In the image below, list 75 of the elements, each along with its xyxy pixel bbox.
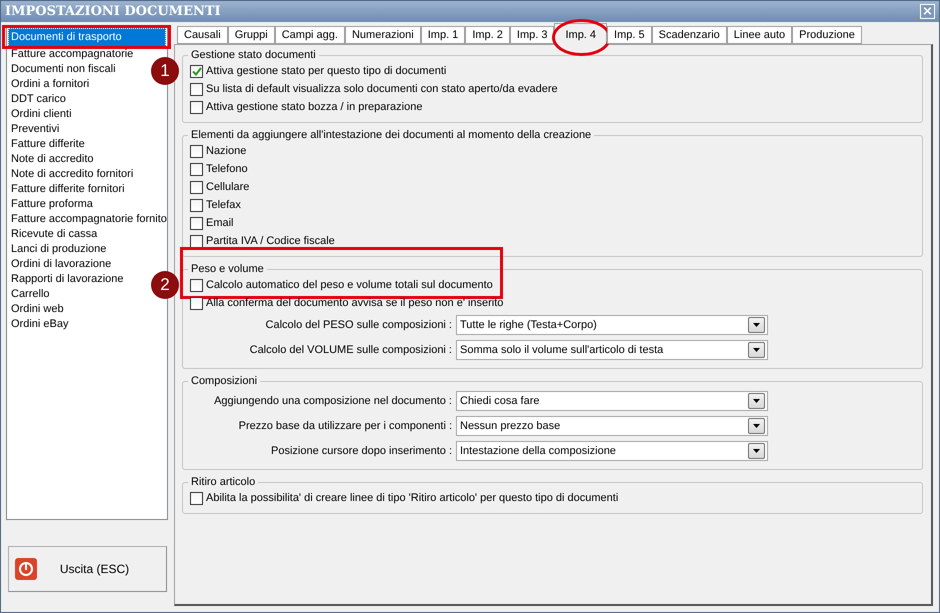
- list-item[interactable]: Fatture accompagnatorie: [8, 47, 136, 62]
- window-title: IMPOSTAZIONI DOCUMENTI: [5, 4, 221, 19]
- list-item[interactable]: Ordini a fornitori: [8, 77, 92, 92]
- checkbox[interactable]: [190, 64, 203, 78]
- list-item[interactable]: Fatture proforma: [8, 197, 96, 212]
- list-item[interactable]: Fatture differite: [8, 137, 88, 152]
- list-item[interactable]: Documenti non fiscali: [8, 62, 119, 77]
- tab[interactable]: Imp. 1: [420, 26, 466, 44]
- checkbox-label: Nazione: [206, 145, 246, 157]
- checkbox-label: Calcolo automatico del peso e volume totali sul documento: [206, 279, 493, 291]
- dropdown[interactable]: Chiedi cosa fare: [456, 390, 768, 410]
- step-badge: 2: [151, 271, 179, 299]
- checkbox[interactable]: [190, 82, 203, 96]
- list-item[interactable]: Ordini web: [8, 302, 67, 317]
- group-title: Ritiro articolo: [190, 476, 256, 488]
- checkbox[interactable]: [190, 296, 203, 310]
- dropdown[interactable]: Intestazione della composizione: [456, 440, 768, 460]
- list-item[interactable]: Lanci di produzione: [8, 242, 110, 257]
- list-item[interactable]: DDT carico: [8, 92, 69, 107]
- tab[interactable]: Imp. 4: [554, 23, 608, 45]
- checkbox[interactable]: [190, 492, 203, 504]
- list-item[interactable]: Fatture differite fornitori: [8, 182, 128, 197]
- tab[interactable]: Imp. 5: [607, 26, 652, 44]
- group-title: Gestione stato documenti: [190, 49, 317, 61]
- checkbox[interactable]: [190, 234, 203, 248]
- tab[interactable]: Scadenzario: [652, 26, 727, 44]
- checkbox[interactable]: [190, 144, 203, 158]
- field-label: Calcolo del VOLUME sulle composizioni :: [248, 344, 452, 356]
- tab[interactable]: Imp. 3: [510, 26, 554, 44]
- dropdown[interactable]: Nessun prezzo base: [456, 416, 768, 436]
- tab[interactable]: Imp. 2: [465, 26, 510, 44]
- checkbox[interactable]: [190, 216, 203, 230]
- checkbox-label: Telefax: [206, 199, 241, 211]
- checkbox-label: Alla conferma del documento avvisa se il peso non e' inserito: [206, 297, 504, 309]
- dropdown[interactable]: Somma solo il volume sull'articolo di testa: [456, 340, 768, 360]
- checkbox[interactable]: [190, 162, 203, 176]
- exit-button[interactable]: Uscita (ESC): [8, 546, 167, 592]
- checkbox[interactable]: [190, 180, 203, 194]
- checkbox-label: Attiva gestione stato bozza / in preparazione: [206, 101, 422, 113]
- field-label: Aggiungendo una composizione nel documento :: [213, 394, 452, 406]
- list-item[interactable]: Fatture accompagnatorie fornito: [8, 212, 170, 227]
- field-label: Prezzo base da utilizzare per i componenti :: [238, 420, 452, 432]
- list-item[interactable]: Carrello: [8, 287, 53, 302]
- checkbox[interactable]: [190, 198, 203, 212]
- tab[interactable]: Gruppi: [228, 26, 275, 44]
- tab[interactable]: Causali: [177, 26, 228, 44]
- list-item[interactable]: Rapporti di lavorazione: [8, 272, 127, 287]
- field-label: Posizione cursore dopo inserimento :: [270, 444, 452, 456]
- list-item[interactable]: Note di accredito fornitori: [8, 167, 136, 182]
- group-title: Elementi da aggiungere all'intestazione dei documenti al momento della creazione: [190, 129, 592, 141]
- checkbox[interactable]: [190, 278, 203, 292]
- list-item[interactable]: Ordini eBay: [8, 317, 72, 332]
- checkbox-label: Partita IVA / Codice fiscale: [206, 235, 335, 247]
- field-label: Calcolo del PESO sulle composizioni :: [264, 318, 452, 330]
- checkbox[interactable]: [190, 100, 203, 114]
- group-title: Composizioni: [190, 375, 258, 387]
- list-item[interactable]: Note di accredito: [8, 152, 97, 167]
- list-item[interactable]: Ordini di lavorazione: [8, 257, 114, 272]
- checkbox-label: Su lista di default visualizza solo documenti con stato aperto/da evadere: [206, 83, 558, 95]
- checkbox-label: Email: [206, 217, 234, 229]
- checkbox-label: Attiva gestione stato per questo tipo di documenti: [206, 65, 446, 77]
- dropdown[interactable]: Tutte le righe (Testa+Corpo): [456, 314, 768, 334]
- tab[interactable]: Linee auto: [726, 26, 792, 44]
- tab[interactable]: Campi agg.: [274, 26, 345, 44]
- list-item[interactable]: Ordini clienti: [8, 107, 75, 122]
- tab[interactable]: Numerazioni: [344, 26, 421, 44]
- step-badge: 1: [151, 57, 179, 85]
- group-title: Peso e volume: [190, 263, 265, 275]
- list-item[interactable]: Ricevute di cassa: [8, 227, 100, 242]
- checkbox-label: Cellulare: [206, 181, 250, 193]
- power-icon: [15, 558, 37, 580]
- list-item[interactable]: Preventivi: [8, 122, 62, 137]
- checkbox-label: Telefono: [206, 163, 248, 175]
- checkbox-label: Abilita la possibilita' di creare linee di tipo 'Ritiro articolo' per questo tipo di documenti: [206, 492, 618, 504]
- tab[interactable]: Produzione: [792, 26, 862, 44]
